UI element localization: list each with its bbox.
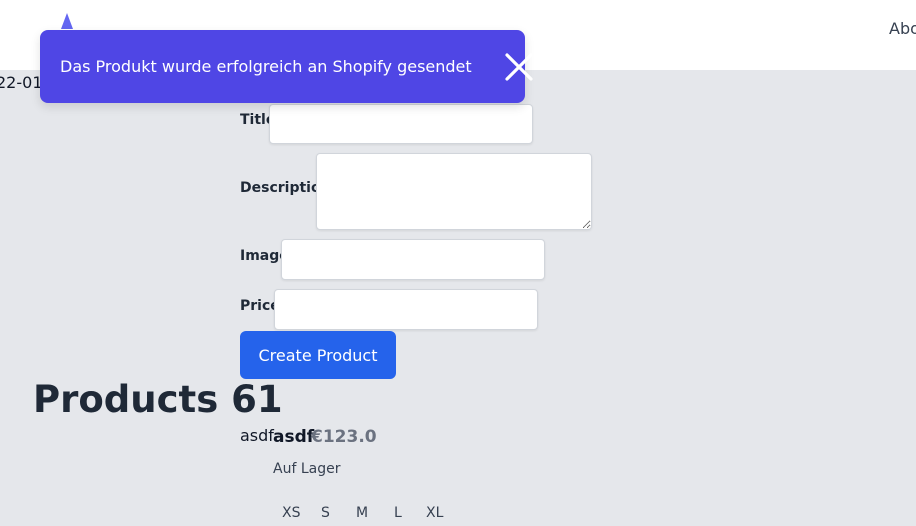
description-textarea[interactable] (316, 153, 592, 230)
success-toast: Das Produkt wurde erfolgreich an Shopify… (40, 30, 533, 103)
image-input[interactable] (281, 239, 545, 280)
toast-message: Das Produkt wurde erfolgreich an Shopify… (60, 57, 472, 76)
size-option-xs[interactable]: XS (282, 505, 300, 521)
products-heading: Products 61 (33, 378, 283, 421)
product-price: €123.0 (311, 427, 377, 447)
size-option-s[interactable]: S (321, 505, 330, 521)
nav-link-about[interactable]: Abo (889, 19, 916, 38)
create-product-button[interactable]: Create Product (240, 331, 396, 379)
close-icon[interactable] (502, 50, 536, 84)
date-text: 22-01 (0, 73, 43, 92)
title-input[interactable] (269, 104, 533, 144)
stock-status: Auf Lager (273, 461, 341, 477)
size-option-xl[interactable]: XL (426, 505, 443, 521)
price-input[interactable] (274, 289, 538, 330)
product-image: asdf (240, 426, 274, 445)
mountain-logo-icon[interactable] (58, 12, 76, 30)
size-option-l[interactable]: L (394, 505, 402, 521)
size-option-m[interactable]: M (356, 505, 368, 521)
product-name: asdf (273, 427, 315, 447)
